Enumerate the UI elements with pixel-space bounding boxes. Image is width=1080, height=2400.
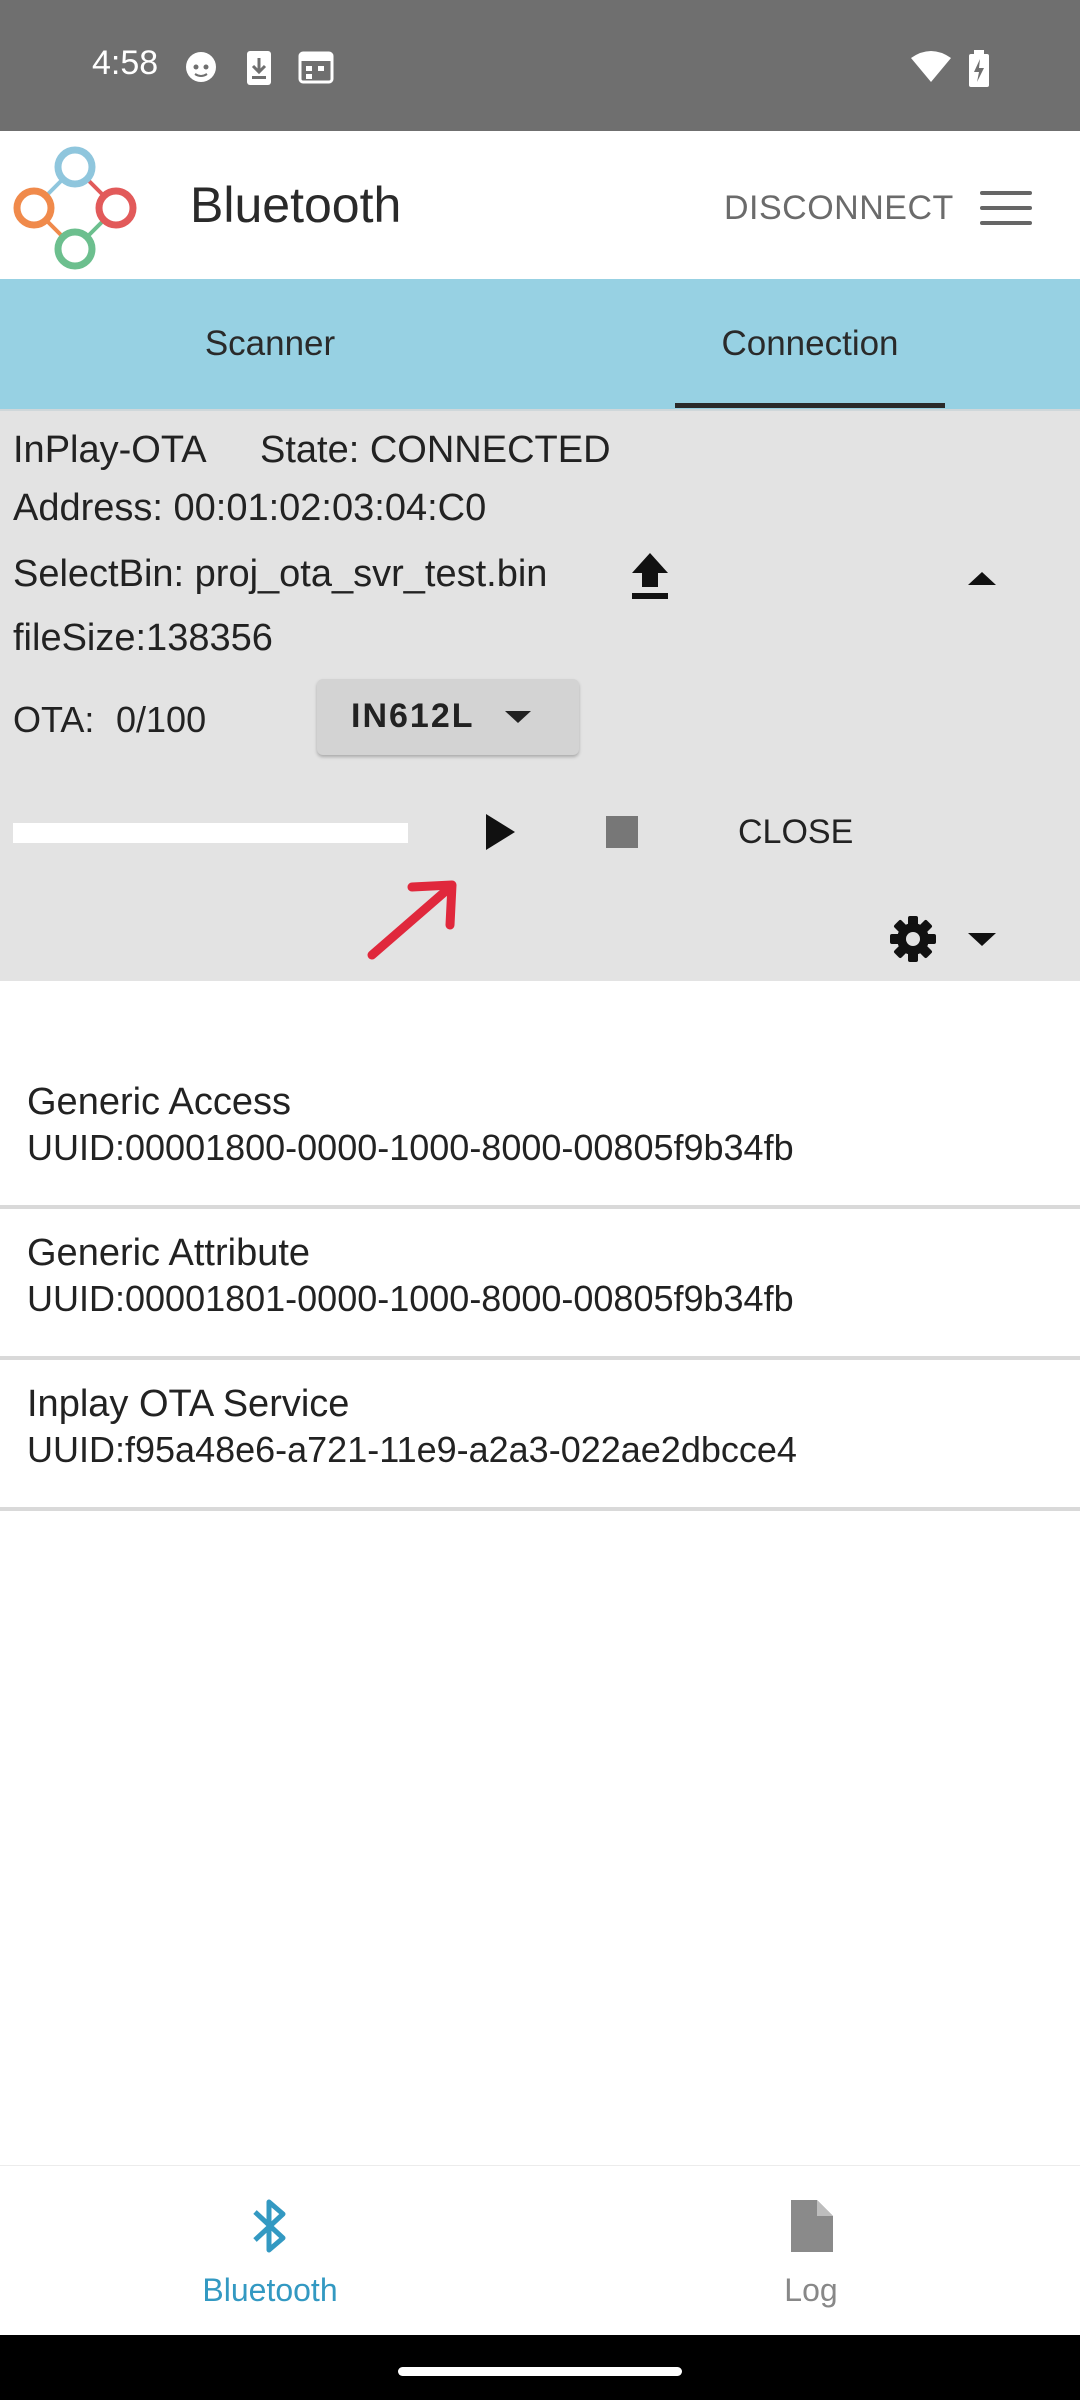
ota-panel: InPlay-OTA State: CONNECTED Address: 00:…	[0, 409, 1080, 981]
connection-state: State: CONNECTED	[260, 429, 611, 471]
service-uuid: UUID:00001800-0000-1000-8000-00805f9b34f…	[27, 1127, 794, 1168]
list-item-service-1[interactable]: Generic Attribute UUID:00001801-0000-100…	[0, 1208, 1080, 1360]
list-item-service-0[interactable]: Generic Access UUID:00001800-0000-1000-8…	[0, 1057, 1080, 1209]
battery-charging-icon	[969, 50, 989, 87]
download-notification-icon	[247, 51, 271, 85]
selected-bin: SelectBin: proj_ota_svr_test.bin	[13, 553, 548, 595]
app-bar: Bluetooth DISCONNECT	[0, 131, 1080, 279]
wifi-icon	[911, 51, 951, 82]
nav-item-log[interactable]: Log	[661, 2166, 961, 2336]
nav-item-bluetooth[interactable]: Bluetooth	[120, 2166, 420, 2336]
ota-label: OTA:	[13, 699, 95, 740]
service-uuid: UUID:00001801-0000-1000-8000-00805f9b34f…	[27, 1278, 794, 1319]
settings-dropdown-arrow-icon[interactable]	[966, 931, 998, 949]
tab-selected-indicator	[675, 403, 945, 408]
status-bar: 4:58	[0, 0, 1080, 131]
chevron-down-icon	[505, 711, 531, 723]
ota-progress-text: 0/100	[116, 699, 207, 740]
status-time: 4:58	[92, 44, 159, 82]
bottom-navigation: Bluetooth Log	[0, 2165, 1080, 2336]
list-item-service-2[interactable]: Inplay OTA Service UUID:f95a48e6-a721-11…	[0, 1359, 1080, 1511]
play-icon[interactable]	[482, 811, 518, 853]
app-title: Bluetooth	[190, 177, 402, 233]
nav-label-bluetooth: Bluetooth	[202, 2272, 338, 2308]
document-icon	[791, 2200, 833, 2252]
ota-progress-bar	[13, 823, 408, 843]
cat-notification-icon	[186, 52, 216, 82]
device-name: InPlay-OTA	[13, 429, 207, 471]
nav-label-log: Log	[784, 2272, 838, 2308]
close-button[interactable]: CLOSE	[738, 813, 853, 852]
file-size: fileSize:138356	[13, 617, 273, 659]
hamburger-menu-icon[interactable]	[980, 191, 1032, 225]
device-address: Address: 00:01:02:03:04:C0	[13, 487, 487, 529]
service-name: Generic Attribute	[27, 1232, 311, 1274]
home-indicator[interactable]	[398, 2367, 682, 2376]
upload-icon[interactable]	[628, 551, 672, 601]
settings-gear-icon[interactable]	[888, 914, 938, 964]
service-name: Generic Access	[27, 1081, 291, 1123]
stop-icon[interactable]	[606, 816, 638, 848]
tab-bar: Scanner Connection	[0, 279, 1080, 409]
tab-connection[interactable]: Connection	[540, 279, 1080, 409]
annotation-arrow-icon	[367, 880, 457, 960]
tab-scanner[interactable]: Scanner	[0, 279, 540, 409]
app-logo-icon	[13, 146, 137, 270]
calendar-notification-icon	[298, 51, 334, 84]
disconnect-button[interactable]: DISCONNECT	[724, 189, 954, 228]
service-uuid: UUID:f95a48e6-a721-11e9-a2a3-022ae2dbcce…	[27, 1429, 797, 1470]
service-name: Inplay OTA Service	[27, 1383, 350, 1425]
chip-select-dropdown[interactable]: IN612L	[317, 679, 579, 755]
chip-select-value: IN612L	[351, 697, 475, 735]
collapse-arrow-icon[interactable]	[966, 569, 998, 587]
bluetooth-icon	[253, 2199, 286, 2253]
